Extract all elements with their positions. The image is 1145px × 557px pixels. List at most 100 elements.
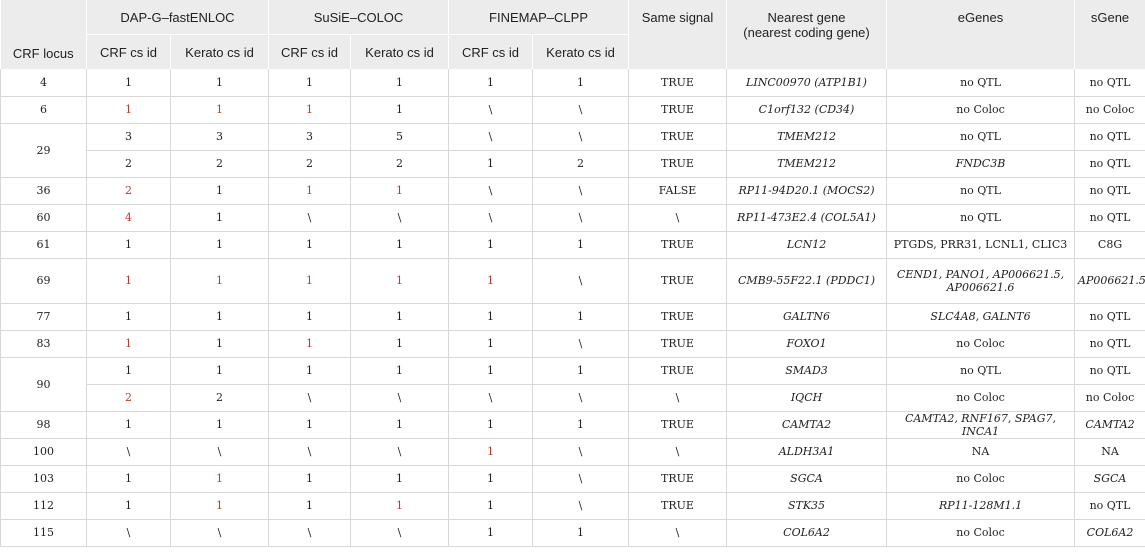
- cell-dapg-crf-cs-id: 3: [86, 123, 171, 151]
- cell-nearest-gene: CAMTA2: [726, 411, 888, 439]
- cell-crf-locus: 83: [0, 330, 87, 358]
- cell-finemap-kerato-cs-id: \: [532, 438, 630, 466]
- cell-susie-kerato-cs-id: 1: [350, 303, 449, 331]
- cell-crf-locus: 115: [0, 519, 87, 547]
- table-row: 98 1 1 1 1 1 1 TRUE CAMTA2 CAMTA2, RNF167, SPAG7,…: [0, 411, 1145, 439]
- cell-dapg-kerato-cs-id: 1: [170, 330, 269, 358]
- cell-nearest-gene: GALTN6: [726, 303, 888, 331]
- table-row: 60 4 1 \ \ \ \ \ RP11-473E2.4 (COL5A1) no QTL no Q…: [0, 204, 1145, 232]
- cell-sgene: no QTL: [1074, 330, 1145, 358]
- cell-susie-kerato-cs-id: 1: [350, 492, 449, 520]
- cell-sgene: CAMTA2: [1074, 411, 1145, 439]
- cell-finemap-crf-cs-id: 1: [448, 465, 533, 493]
- cell-susie-kerato-cs-id: \: [350, 519, 449, 547]
- cell-dapg-kerato-cs-id: 3: [170, 123, 269, 151]
- cell-susie-kerato-cs-id: 1: [350, 465, 449, 493]
- header-susie-kerato-cs-id: Kerato cs id: [350, 34, 449, 69]
- cell-susie-kerato-cs-id: \: [350, 384, 449, 412]
- cell-susie-kerato-cs-id: 1: [350, 357, 449, 385]
- header-egenes: eGenes: [886, 0, 1076, 69]
- cell-dapg-crf-cs-id: 1: [86, 465, 171, 493]
- cell-crf-locus: 61: [0, 231, 87, 259]
- cell-susie-kerato-cs-id: \: [350, 438, 449, 466]
- header-dapg-fastenloc: DAP-G–fastENLOC: [86, 0, 269, 35]
- cell-crf-locus: 100: [0, 438, 87, 466]
- header-nearest-gene-line1: Nearest gene: [767, 10, 846, 25]
- cell-crf-locus: 112: [0, 492, 87, 520]
- cell-crf-locus: 90: [0, 357, 87, 412]
- cell-same-signal: TRUE: [628, 303, 728, 331]
- cell-dapg-crf-cs-id: 2: [86, 384, 171, 412]
- cell-dapg-crf-cs-id: 1: [86, 69, 171, 97]
- cell-susie-crf-cs-id: 1: [268, 177, 351, 205]
- header-finemap-crf-cs-id: CRF cs id: [448, 34, 533, 69]
- cell-susie-crf-cs-id: 1: [268, 492, 351, 520]
- cell-egenes: no QTL: [886, 123, 1076, 151]
- cell-sgene: no QTL: [1074, 303, 1145, 331]
- cell-same-signal: TRUE: [628, 357, 728, 385]
- cell-finemap-crf-cs-id: 1: [448, 231, 533, 259]
- cell-nearest-gene: SMAD3: [726, 357, 888, 385]
- cell-same-signal: \: [628, 204, 728, 232]
- cell-finemap-crf-cs-id: 1: [448, 438, 533, 466]
- cell-susie-crf-cs-id: 3: [268, 123, 351, 151]
- cell-finemap-crf-cs-id: 1: [448, 330, 533, 358]
- cell-nearest-gene: IQCH: [726, 384, 888, 412]
- table-body: 4 1 1 1 1 1 1 TRUE LINC00970 (ATP1B1) no QTL no QT…: [0, 69, 1145, 547]
- cell-susie-kerato-cs-id: 1: [350, 177, 449, 205]
- cell-susie-crf-cs-id: 1: [268, 96, 351, 124]
- cell-nearest-gene: COL6A2: [726, 519, 888, 547]
- cell-finemap-crf-cs-id: \: [448, 204, 533, 232]
- cell-susie-crf-cs-id: 1: [268, 357, 351, 385]
- cell-susie-kerato-cs-id: \: [350, 204, 449, 232]
- header-finemap-clpp: FINEMAP–CLPP: [448, 0, 630, 35]
- cell-egenes: no Coloc: [886, 96, 1076, 124]
- colocalization-table: CRF locus DAP-G–fastENLOC SuSiE–COLOC FI…: [0, 0, 1145, 547]
- table-row: 6 1 1 1 1 \ \ TRUE C1orf132 (CD34) no Coloc no Col…: [0, 96, 1145, 124]
- cell-finemap-crf-cs-id: 1: [448, 303, 533, 331]
- cell-crf-locus: 103: [0, 465, 87, 493]
- cell-finemap-crf-cs-id: 1: [448, 411, 533, 439]
- table-row: 83 1 1 1 1 1 \ TRUE FOXO1 no Coloc no QTL: [0, 330, 1145, 358]
- table-row: 112 1 1 1 1 1 \ TRUE STK35 RP11-128M1.1 no QTL: [0, 492, 1145, 520]
- cell-sgene: no Coloc: [1074, 384, 1145, 412]
- cell-nearest-gene: LCN12: [726, 231, 888, 259]
- cell-egenes: FNDC3B: [886, 150, 1076, 178]
- cell-crf-locus: 36: [0, 177, 87, 205]
- cell-susie-crf-cs-id: 1: [268, 330, 351, 358]
- cell-dapg-kerato-cs-id: 1: [170, 357, 269, 385]
- cell-crf-locus: 4: [0, 69, 87, 97]
- cell-susie-crf-cs-id: \: [268, 384, 351, 412]
- cell-finemap-crf-cs-id: \: [448, 384, 533, 412]
- cell-same-signal: TRUE: [628, 492, 728, 520]
- cell-dapg-crf-cs-id: 2: [86, 150, 171, 178]
- cell-finemap-crf-cs-id: 1: [448, 519, 533, 547]
- cell-same-signal: TRUE: [628, 411, 728, 439]
- cell-dapg-crf-cs-id: \: [86, 438, 171, 466]
- cell-egenes: PTGDS, PRR31, LCNL1, CLIC3: [886, 231, 1076, 259]
- cell-susie-crf-cs-id: 1: [268, 465, 351, 493]
- cell-nearest-gene: LINC00970 (ATP1B1): [726, 69, 888, 97]
- cell-finemap-kerato-cs-id: 1: [532, 411, 630, 439]
- cell-finemap-kerato-cs-id: \: [532, 492, 630, 520]
- cell-finemap-kerato-cs-id: \: [532, 177, 630, 205]
- cell-dapg-crf-cs-id: 1: [86, 303, 171, 331]
- cell-finemap-crf-cs-id: 1: [448, 492, 533, 520]
- cell-finemap-crf-cs-id: 1: [448, 357, 533, 385]
- cell-susie-kerato-cs-id: 1: [350, 258, 449, 304]
- cell-sgene: no QTL: [1074, 69, 1145, 97]
- table-row: 2 2 \ \ \ \ \ IQCH no Coloc no Coloc: [1, 384, 1145, 412]
- cell-egenes: no QTL: [886, 177, 1076, 205]
- header-finemap-kerato-cs-id: Kerato cs id: [532, 34, 630, 69]
- cell-crf-locus: 98: [0, 411, 87, 439]
- cell-same-signal: TRUE: [628, 96, 728, 124]
- cell-nearest-gene: C1orf132 (CD34): [726, 96, 888, 124]
- header-nearest-gene-line2: (nearest coding gene): [743, 25, 870, 40]
- cell-crf-locus: 6: [0, 96, 87, 124]
- header-same-signal: Same signal: [628, 0, 728, 69]
- cell-finemap-kerato-cs-id: 2: [532, 150, 630, 178]
- cell-crf-locus: 77: [0, 303, 87, 331]
- cell-susie-crf-cs-id: 1: [268, 69, 351, 97]
- cell-sgene: SGCA: [1074, 465, 1145, 493]
- cell-same-signal: TRUE: [628, 330, 728, 358]
